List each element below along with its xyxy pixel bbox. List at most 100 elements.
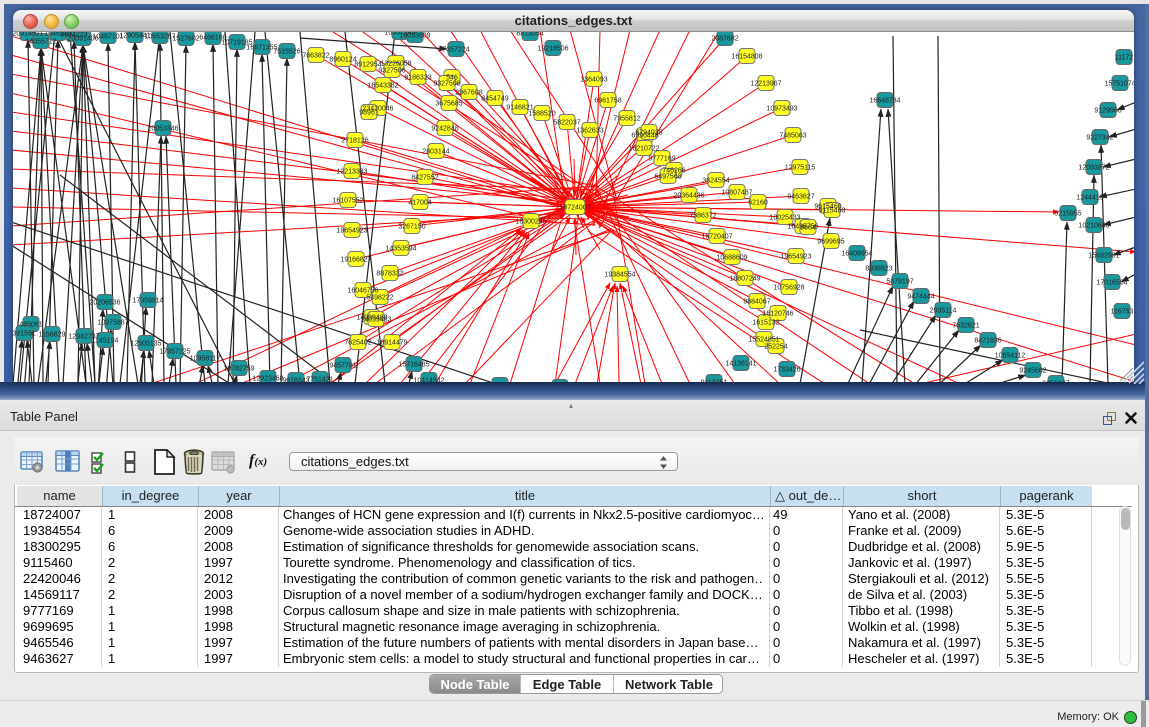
svg-text:12093872: 12093872 <box>1078 164 1109 171</box>
svg-text:7386372: 7386372 <box>689 212 716 219</box>
svg-text:9777169: 9777169 <box>648 155 675 162</box>
svg-text:14099483: 14099483 <box>360 316 391 323</box>
svg-text:98961: 98961 <box>359 109 379 116</box>
svg-text:7485063: 7485063 <box>779 132 806 139</box>
svg-text:20053346: 20053346 <box>147 125 178 132</box>
svg-text:9113251: 9113251 <box>701 379 728 382</box>
svg-text:5822037: 5822037 <box>553 119 580 126</box>
svg-text:9356127: 9356127 <box>1042 380 1069 382</box>
svg-text:8186323: 8186323 <box>404 74 431 81</box>
svg-text:2967608: 2967608 <box>455 89 482 96</box>
svg-text:16210722: 16210722 <box>628 145 659 152</box>
svg-text:6961758: 6961758 <box>594 97 621 104</box>
svg-text:9327508: 9327508 <box>433 80 460 87</box>
svg-text:8878332: 8878332 <box>376 270 403 277</box>
svg-text:10973493: 10973493 <box>766 105 797 112</box>
svg-text:10688609: 10688609 <box>716 254 747 261</box>
svg-text:10756928: 10756928 <box>773 284 804 291</box>
svg-text:1156829: 1156829 <box>39 331 66 338</box>
svg-text:10654112: 10654112 <box>995 352 1026 359</box>
svg-text:16033809: 16033809 <box>399 32 430 39</box>
svg-text:9245682: 9245682 <box>1019 367 1046 374</box>
svg-text:10414542: 10414542 <box>413 377 444 382</box>
svg-text:10975887: 10975887 <box>97 319 128 326</box>
svg-text:5498222: 5498222 <box>366 294 393 301</box>
svg-text:13226058: 13226058 <box>380 60 411 67</box>
svg-text:10958117: 10958117 <box>190 355 221 362</box>
svg-text:9474444: 9474444 <box>907 293 934 300</box>
svg-text:16409954: 16409954 <box>841 250 872 257</box>
svg-text:15751074: 15751074 <box>1104 80 1134 87</box>
svg-text:16782759: 16782759 <box>223 365 254 372</box>
svg-text:11172: 11172 <box>1115 54 1134 61</box>
svg-text:20206536: 20206536 <box>89 299 120 306</box>
svg-text:3624554: 3624554 <box>702 177 729 184</box>
svg-text:9884067: 9884067 <box>743 298 770 305</box>
svg-text:17016504: 17016504 <box>1096 279 1127 286</box>
svg-text:1615132: 1615132 <box>752 319 779 326</box>
svg-text:19384554: 19384554 <box>604 271 635 278</box>
svg-text:18807249: 18807249 <box>729 275 760 282</box>
svg-text:15716485: 15716485 <box>398 361 429 368</box>
svg-text:9327506: 9327506 <box>378 67 405 74</box>
svg-text:18724007: 18724007 <box>559 204 590 211</box>
svg-text:9242848: 9242848 <box>431 125 458 132</box>
svg-text:1364093: 1364093 <box>580 76 607 83</box>
svg-text:1588520: 1588520 <box>528 110 555 117</box>
svg-text:18300295: 18300295 <box>515 218 546 225</box>
svg-text:8938923: 8938923 <box>865 265 892 272</box>
svg-text:16914479: 16914479 <box>376 339 407 346</box>
svg-text:1244415: 1244415 <box>1076 194 1103 201</box>
svg-text:14055712: 14055712 <box>25 38 56 45</box>
svg-text:12213967: 12213967 <box>750 80 781 87</box>
svg-text:14353594: 14353594 <box>385 245 416 252</box>
svg-text:15692901: 15692901 <box>1088 252 1119 259</box>
svg-text:7625402: 7625402 <box>344 339 371 346</box>
svg-text:1362633: 1362633 <box>576 127 603 134</box>
svg-text:9115460: 9115460 <box>819 207 846 214</box>
svg-text:1527602: 1527602 <box>172 35 199 42</box>
svg-text:1145194: 1145194 <box>92 337 119 344</box>
svg-text:19654923: 19654923 <box>780 253 811 260</box>
svg-text:7751421: 7751421 <box>306 376 333 382</box>
svg-text:17359914: 17359914 <box>132 297 163 304</box>
svg-text:2935114: 2935114 <box>930 307 957 314</box>
svg-text:3267150: 3267150 <box>398 223 425 230</box>
svg-text:1733426: 1733426 <box>773 366 800 373</box>
svg-text:15524851: 15524851 <box>748 336 779 343</box>
svg-text:20364436: 20364436 <box>673 192 704 199</box>
svg-text:20914521: 20914521 <box>13 32 44 37</box>
svg-text:15720407: 15720407 <box>701 233 732 240</box>
svg-text:16046756: 16046756 <box>347 287 378 294</box>
svg-text:8454749: 8454749 <box>481 95 508 102</box>
svg-text:9227342: 9227342 <box>1086 134 1113 141</box>
svg-text:465061: 465061 <box>19 321 42 328</box>
svg-text:17957225: 17957225 <box>159 348 190 355</box>
svg-text:8427552: 8427552 <box>411 174 438 181</box>
svg-text:10807487: 10807487 <box>721 189 752 196</box>
svg-text:16107552: 16107552 <box>332 197 363 204</box>
svg-text:116753: 116753 <box>1111 308 1134 315</box>
svg-text:7632621: 7632621 <box>952 322 979 329</box>
svg-text:19654923: 19654923 <box>336 227 367 234</box>
svg-text:7663822: 7663822 <box>302 52 329 59</box>
svg-text:14136141: 14136141 <box>725 360 756 367</box>
svg-text:7515526: 7515526 <box>273 48 300 55</box>
svg-text:7357224: 7357224 <box>442 46 469 53</box>
svg-text:16120746: 16120746 <box>762 310 793 317</box>
svg-text:2718126: 2718126 <box>341 137 368 144</box>
svg-text:3675685: 3675685 <box>435 100 462 107</box>
svg-text:5215955: 5215955 <box>1054 210 1081 217</box>
svg-text:16648784: 16648784 <box>869 97 900 104</box>
svg-text:8471636: 8471636 <box>974 337 1001 344</box>
svg-text:12923468: 12923468 <box>252 375 283 382</box>
svg-text:2803144: 2803144 <box>422 148 449 155</box>
svg-text:8813054: 8813054 <box>516 32 543 37</box>
svg-text:417004: 417004 <box>408 199 431 206</box>
svg-text:9129966: 9129966 <box>1094 107 1121 114</box>
svg-text:16154808: 16154808 <box>731 53 762 60</box>
svg-text:9699695: 9699695 <box>817 238 844 245</box>
svg-text:12213383: 12213383 <box>336 168 367 175</box>
svg-text:10653267: 10653267 <box>144 33 175 40</box>
svg-text:8960124: 8960124 <box>329 56 356 63</box>
